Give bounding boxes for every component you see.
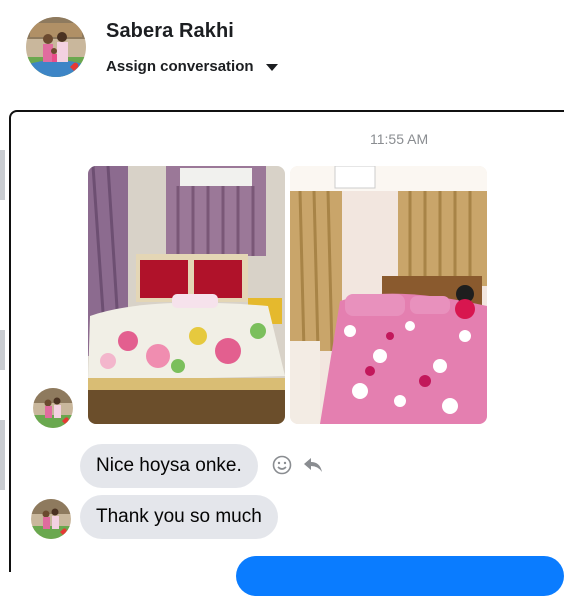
contact-avatar[interactable] — [33, 388, 73, 428]
assign-conversation-button[interactable]: Assign conversation — [106, 58, 278, 75]
contact-avatar[interactable] — [26, 17, 86, 77]
conversation-header: Sabera Rakhi Assign conversation — [0, 0, 564, 110]
rail-marker — [0, 150, 5, 200]
message-actions — [272, 455, 324, 480]
assign-conversation-label: Assign conversation — [106, 58, 254, 75]
contact-avatar[interactable] — [31, 499, 71, 539]
caret-down-icon — [265, 64, 278, 71]
reply-arrow-icon[interactable] — [302, 455, 324, 480]
bedroom-photo-2[interactable] — [290, 166, 487, 424]
bedroom-photo-1[interactable] — [88, 166, 285, 424]
message-bubble[interactable]: Thank you so much — [80, 495, 278, 539]
outgoing-message-bubble[interactable] — [236, 556, 564, 596]
message-timestamp: 11:55 AM — [370, 131, 429, 147]
rail-marker — [0, 330, 5, 370]
rail-marker — [0, 420, 5, 490]
smiley-icon[interactable] — [272, 455, 292, 480]
contact-name[interactable]: Sabera Rakhi — [106, 20, 234, 43]
message-bubble[interactable]: Nice hoysa onke. — [80, 444, 258, 488]
